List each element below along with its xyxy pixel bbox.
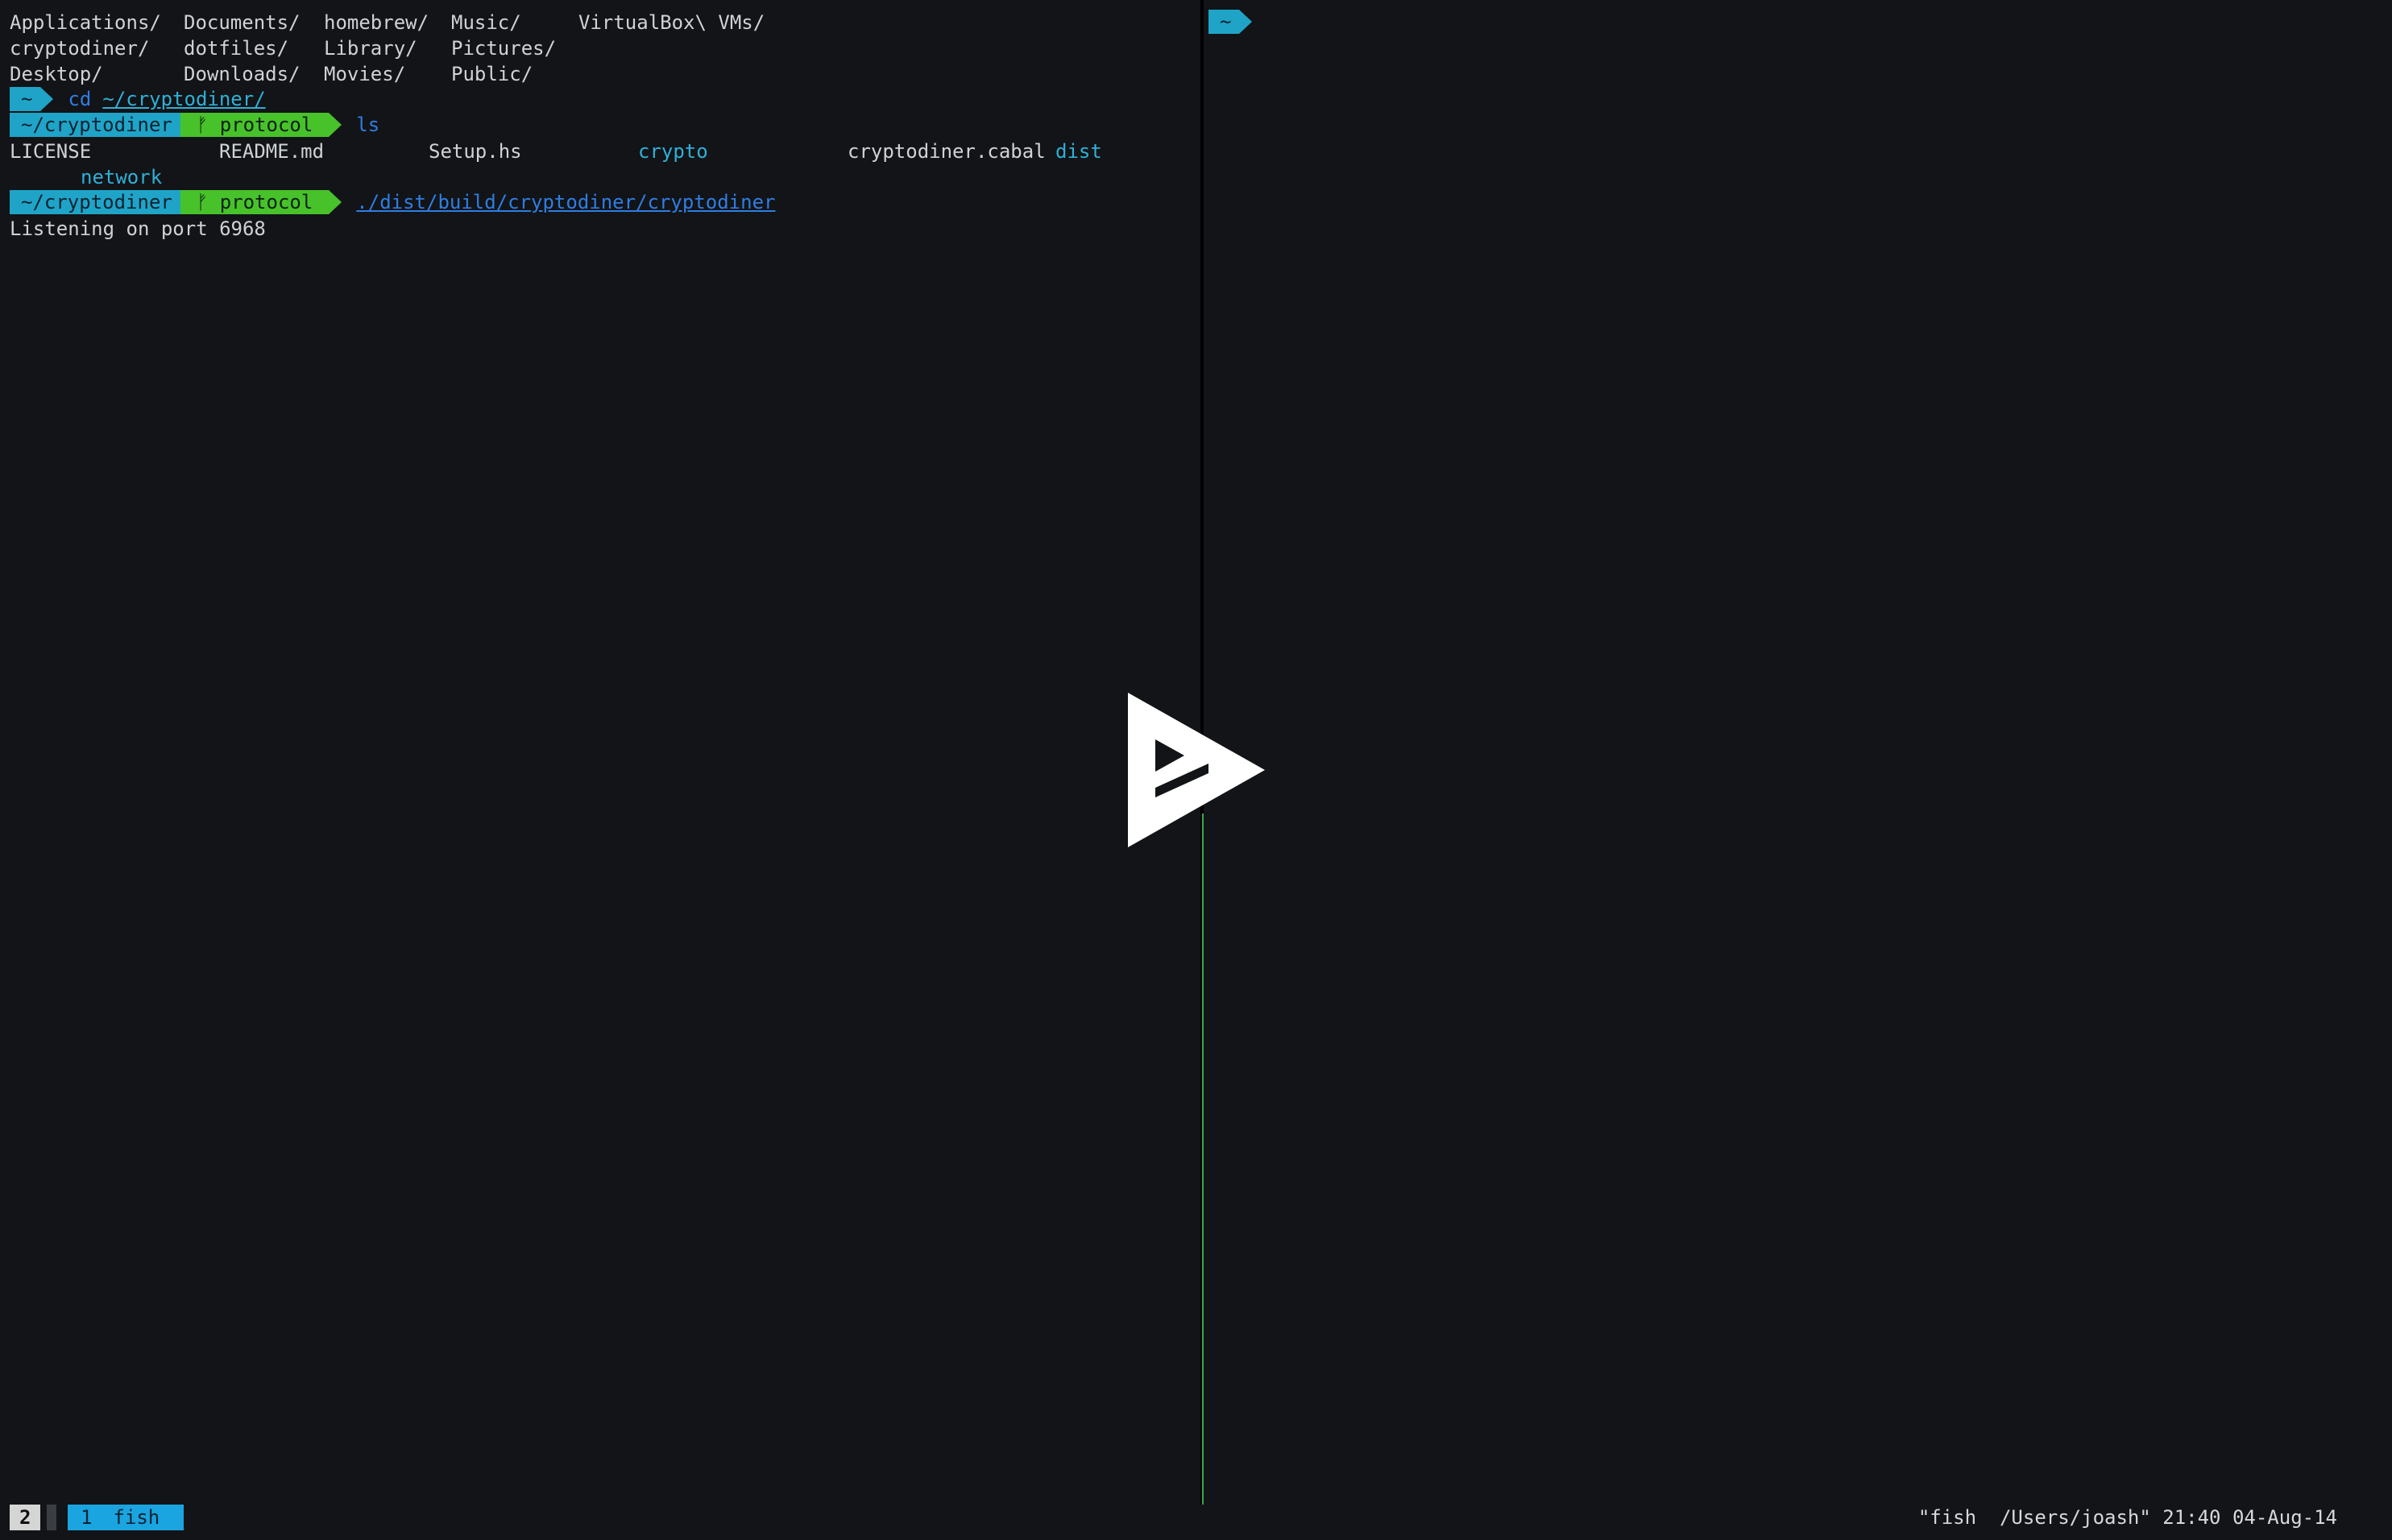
ls-entry-dir: network [81, 166, 163, 188]
ls-entry: VirtualBox\ VMs/ [578, 11, 765, 34]
powerline-arrow-icon [40, 87, 54, 111]
ls-entry: Movies/ [324, 63, 406, 85]
ls-entry: Library/ [324, 37, 417, 60]
prompt-dir-segment: ~/cryptodiner [10, 190, 180, 214]
powerline-arrow-icon [329, 113, 342, 137]
prompt-repo: ~/cryptodiner ᚠ protocol ls [10, 113, 379, 137]
ls-entry: homebrew/ [324, 11, 429, 34]
ls-repo-row-2: network [10, 164, 162, 190]
prompt-command: ./dist/build/cryptodiner/cryptodiner [356, 191, 776, 213]
window-index: 1 [81, 1506, 93, 1529]
ls-entry: Pictures/ [451, 37, 557, 60]
prompt-home: ~ cd ~/cryptodiner/ [10, 87, 266, 111]
git-branch-icon: ᚠ [196, 114, 209, 136]
window-name: fish [113, 1506, 160, 1529]
ls-home-row-2: cryptodiner/ dotfiles/ Library/ Pictures… [10, 35, 556, 61]
window-tab-fish[interactable]: 1 fish [68, 1505, 184, 1530]
ls-home-row-1: Applications/ Documents/ homebrew/ Music… [10, 10, 765, 35]
ls-entry: Music/ [451, 11, 521, 34]
ls-entry: LICENSE [10, 140, 92, 163]
prompt-command: ls [356, 114, 380, 136]
git-branch-name: protocol [219, 114, 313, 136]
ls-entry: Downloads/ [184, 63, 301, 85]
program-output: Listening on port 6968 [10, 217, 266, 240]
prompt-argument: ~/cryptodiner/ [102, 88, 266, 110]
prompt-git-segment: ᚠ protocol [180, 113, 330, 137]
ls-entry: cryptodiner/ [10, 37, 150, 60]
ls-home-row-3: Desktop/ Downloads/ Movies/ Public/ [10, 61, 533, 87]
ls-entry: Desktop/ [10, 63, 103, 85]
right-pane-prompt[interactable]: ~ [1208, 10, 1253, 34]
prompt-command: cd [68, 88, 92, 110]
ls-entry: dotfiles/ [184, 37, 289, 60]
ls-entry: Public/ [451, 63, 533, 85]
prompt-dir-segment: ~ [1208, 10, 1240, 34]
status-separator [47, 1505, 56, 1530]
prompt-dir-segment: ~/cryptodiner [10, 113, 180, 137]
ls-entry: Documents/ [184, 11, 301, 34]
prompt-repo-run: ~/cryptodiner ᚠ protocol ./dist/build/cry… [10, 190, 775, 214]
pane-divider-active [1202, 813, 1204, 1505]
ls-entry-dir: crypto [638, 140, 708, 163]
powerline-arrow-icon [329, 190, 342, 214]
ls-entry: README.md [219, 140, 325, 163]
prompt-git-segment: ᚠ protocol [180, 190, 330, 214]
ls-repo-row-1: LICENSE README.md Setup.hs crypto crypto… [10, 139, 1102, 164]
git-branch-name: protocol [219, 191, 313, 213]
powerline-arrow-icon [1239, 10, 1253, 34]
ls-entry: Setup.hs [429, 140, 522, 163]
session-number: 2 [10, 1505, 41, 1530]
status-right-info: "fish /Users/joash" 21:40 04-Aug-14 [1917, 1506, 2337, 1529]
ls-entry: cryptodiner.cabal [848, 140, 1046, 163]
git-branch-icon: ᚠ [196, 191, 209, 213]
play-icon[interactable] [1128, 693, 1265, 847]
ls-entry: Applications/ [10, 11, 161, 34]
ls-entry-dir: dist [1055, 140, 1102, 163]
prompt-dir-segment: ~ [10, 87, 41, 111]
